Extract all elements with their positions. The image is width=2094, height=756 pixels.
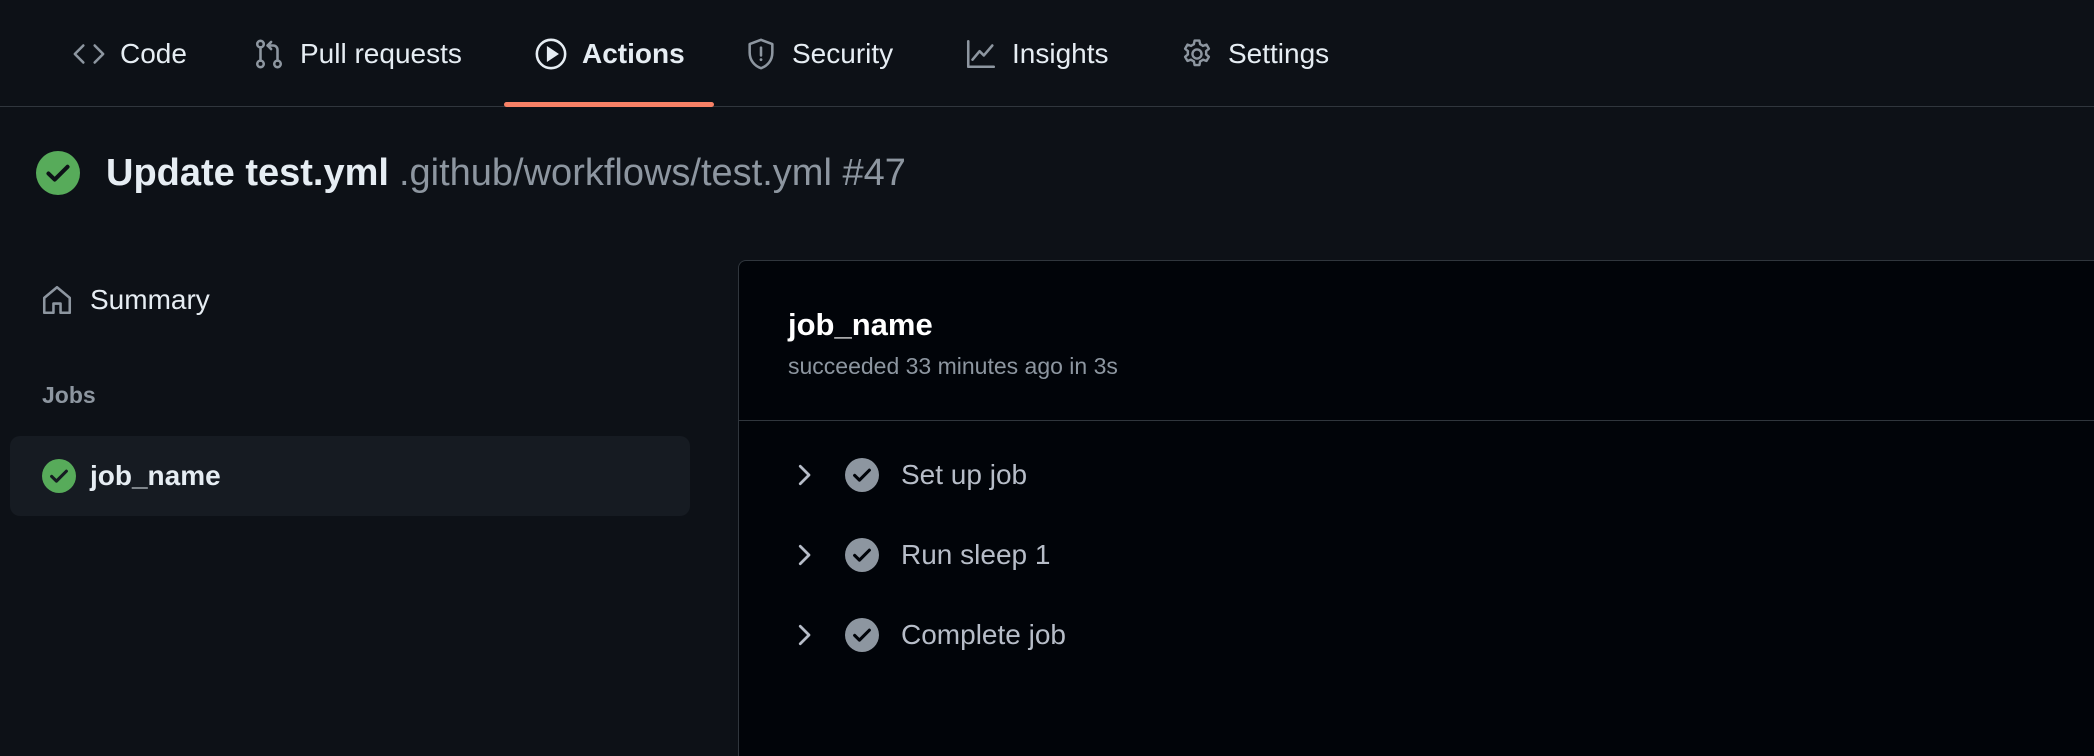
check-circle-icon <box>845 538 879 572</box>
tab-label: Pull requests <box>300 37 462 69</box>
job-status-text: succeeded 33 minutes ago in 3s <box>788 353 1118 379</box>
check-circle-icon <box>42 459 76 493</box>
graph-icon <box>964 37 998 71</box>
step-row[interactable]: Set up job <box>789 450 1027 500</box>
job-title: job_name <box>788 307 933 342</box>
step-row[interactable]: Complete job <box>789 610 1066 660</box>
check-circle-icon <box>845 618 879 652</box>
chevron-right-icon <box>798 624 811 646</box>
tab-label: Actions <box>582 37 685 69</box>
job-header: job_name succeeded 33 minutes ago in 3s <box>739 261 2094 421</box>
jobs-heading: Jobs <box>42 382 96 408</box>
sidebar-item-job[interactable]: job_name <box>10 436 690 516</box>
tab-label: Security <box>792 37 894 69</box>
run-commit-title: Update test.yml <box>106 151 389 194</box>
tab-security[interactable]: Security <box>744 0 893 107</box>
git-pull-request-icon <box>252 37 286 71</box>
tab-pull-requests[interactable]: Pull requests <box>252 0 462 107</box>
step-label: Complete job <box>901 619 1066 650</box>
active-tab-indicator <box>504 102 714 107</box>
run-title: Update test.yml .github/workflows/test.y… <box>36 148 906 198</box>
run-workflow-path: .github/workflows/test.yml #47 <box>398 151 906 194</box>
tab-settings[interactable]: Settings <box>1180 0 1329 107</box>
step-label: Set up job <box>901 459 1028 490</box>
chevron-right-icon <box>798 464 811 486</box>
tab-insights[interactable]: Insights <box>964 0 1109 107</box>
tab-actions[interactable]: Actions <box>534 0 685 107</box>
code-icon <box>72 37 106 71</box>
tab-label: Code <box>120 37 187 69</box>
tab-label: Settings <box>1228 37 1330 69</box>
sidebar-item-summary[interactable]: Summary <box>40 278 210 322</box>
tab-label: Insights <box>1012 37 1109 69</box>
job-panel: job_name succeeded 33 minutes ago in 3s … <box>738 260 2094 756</box>
step-label: Run sleep 1 <box>901 539 1051 570</box>
sidebar-job-label: job_name <box>90 460 221 491</box>
play-icon <box>534 37 568 71</box>
gear-icon <box>1180 37 1214 71</box>
repo-nav: Code Pull requests Actions Security Insi… <box>0 0 2094 107</box>
tab-code[interactable]: Code <box>72 0 187 107</box>
shield-icon <box>744 37 778 71</box>
check-circle-icon <box>36 151 80 195</box>
home-icon <box>42 285 72 315</box>
step-row[interactable]: Run sleep 1 <box>789 530 1050 580</box>
check-circle-icon <box>845 458 879 492</box>
sidebar-item-label: Summary <box>90 284 210 315</box>
chevron-right-icon <box>798 544 811 566</box>
